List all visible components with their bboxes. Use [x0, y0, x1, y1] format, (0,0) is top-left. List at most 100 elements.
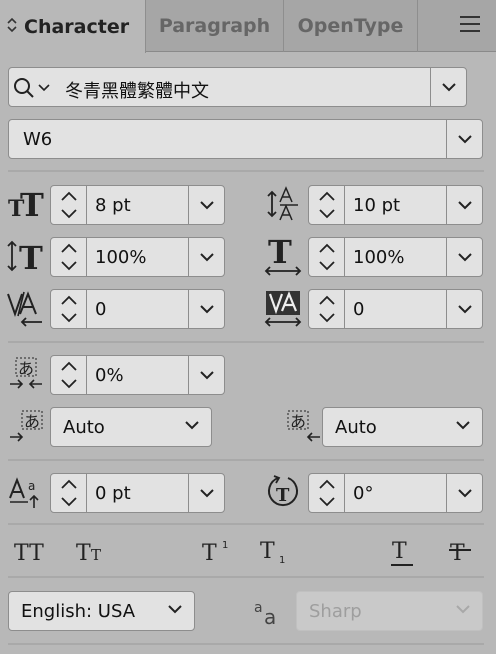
chevron-down-icon — [457, 200, 472, 209]
chevron-down-icon — [185, 421, 199, 430]
chevron-down-icon — [457, 304, 472, 313]
chevron-down-icon — [456, 605, 470, 614]
tsume-field[interactable]: 0% — [50, 355, 225, 395]
leading-stepper[interactable] — [309, 186, 345, 224]
panel-menu-icon[interactable] — [460, 16, 480, 34]
chevron-down-icon — [457, 134, 472, 143]
font-size-stepper[interactable] — [51, 186, 87, 224]
baseline-shift-icon: a — [8, 476, 44, 514]
svg-text:あ: あ — [18, 359, 34, 378]
leading-dropdown-button[interactable] — [446, 186, 482, 224]
svg-text:T: T — [19, 239, 43, 274]
anti-aliasing-icon: aa — [254, 598, 284, 630]
svg-text:T: T — [260, 539, 275, 564]
font-family-dropdown-button[interactable] — [430, 68, 466, 106]
svg-text:あ: あ — [290, 412, 306, 431]
small-caps-icon[interactable]: TT — [76, 538, 116, 568]
font-family-field[interactable]: 冬青黑體繁體中文 — [8, 67, 467, 107]
tsume-icon: あ — [8, 356, 44, 396]
svg-text:a: a — [254, 600, 263, 616]
anti-aliasing-value: Sharp — [309, 601, 362, 622]
tab-paragraph-label: Paragraph — [158, 15, 271, 37]
vertical-scale-icon: T — [6, 238, 46, 278]
baseline-shift-value: 0 pt — [95, 483, 131, 504]
svg-text:T: T — [76, 541, 91, 564]
baseline-shift-field[interactable]: 0 pt — [50, 473, 225, 513]
character-rotation-stepper[interactable] — [309, 474, 345, 512]
font-style-field[interactable]: W6 — [8, 119, 483, 159]
chevron-down-icon — [199, 370, 214, 379]
vertical-scale-dropdown-button[interactable] — [188, 238, 224, 276]
vertical-scale-stepper[interactable] — [51, 238, 87, 276]
divider — [8, 341, 484, 343]
svg-text:あ: あ — [24, 412, 40, 431]
insert-space-left-select[interactable]: Auto — [50, 407, 212, 447]
tsume-dropdown-button[interactable] — [188, 356, 224, 394]
divider — [8, 643, 484, 645]
horizontal-scale-dropdown-button[interactable] — [446, 238, 482, 276]
collapse-chevron-icon[interactable] — [6, 17, 18, 37]
tab-paragraph[interactable]: Paragraph — [146, 0, 284, 52]
baseline-shift-stepper[interactable] — [51, 474, 87, 512]
all-caps-icon[interactable]: TT — [14, 538, 54, 568]
svg-text:a: a — [28, 479, 35, 493]
tsume-value: 0% — [95, 365, 124, 386]
search-icon[interactable] — [13, 77, 55, 103]
tab-character[interactable]: Character — [0, 0, 146, 53]
svg-text:T: T — [392, 539, 407, 564]
svg-text:T: T — [20, 188, 44, 220]
anti-aliasing-select: Sharp — [296, 591, 483, 631]
language-select[interactable]: English: USA — [8, 591, 195, 631]
insert-space-right-value: Auto — [335, 417, 377, 438]
tab-opentype-label: OpenType — [297, 15, 404, 37]
svg-text:TT: TT — [14, 541, 44, 564]
svg-text:T: T — [450, 541, 465, 566]
horizontal-scale-icon: T — [264, 233, 304, 280]
tracking-field[interactable]: 0 — [308, 289, 483, 329]
tracking-value: 0 — [353, 299, 365, 320]
svg-text:T: T — [91, 546, 101, 564]
kerning-value: 0 — [95, 299, 107, 320]
kerning-stepper[interactable] — [51, 290, 87, 328]
subscript-icon[interactable]: T1 — [260, 536, 294, 572]
tracking-stepper[interactable] — [309, 290, 345, 328]
font-size-field[interactable]: 8 pt — [50, 185, 225, 225]
insert-space-left-icon: あ — [8, 409, 44, 449]
insert-space-right-select[interactable]: Auto — [322, 407, 483, 447]
leading-icon — [266, 184, 302, 228]
divider — [8, 459, 484, 461]
kerning-icon — [6, 290, 46, 332]
tab-opentype[interactable]: OpenType — [284, 0, 418, 52]
leading-field[interactable]: 10 pt — [308, 185, 483, 225]
kerning-dropdown-button[interactable] — [188, 290, 224, 328]
horizontal-scale-field[interactable]: 100% — [308, 237, 483, 277]
chevron-down-icon — [199, 488, 214, 497]
tracking-icon — [264, 290, 304, 332]
chevron-down-icon — [457, 252, 472, 261]
leading-value: 10 pt — [353, 195, 401, 216]
tsume-stepper[interactable] — [51, 356, 87, 394]
strikethrough-icon[interactable]: T — [448, 536, 474, 570]
baseline-shift-dropdown-button[interactable] — [188, 474, 224, 512]
font-style-dropdown-button[interactable] — [446, 120, 482, 158]
chevron-down-icon — [457, 488, 472, 497]
svg-text:T: T — [268, 236, 292, 271]
superscript-icon[interactable]: T1 — [202, 536, 236, 568]
panel-tab-bar: Character Paragraph OpenType — [0, 0, 496, 53]
font-size-value: 8 pt — [95, 195, 131, 216]
kerning-field[interactable]: 0 — [50, 289, 225, 329]
svg-text:T: T — [202, 541, 217, 564]
font-family-value: 冬青黑體繁體中文 — [65, 81, 209, 102]
character-rotation-field[interactable]: 0° — [308, 473, 483, 513]
horizontal-scale-stepper[interactable] — [309, 238, 345, 276]
divider — [8, 523, 484, 525]
chevron-down-icon — [199, 200, 214, 209]
font-size-dropdown-button[interactable] — [188, 186, 224, 224]
chevron-down-icon — [168, 605, 182, 614]
underline-icon[interactable]: T — [390, 536, 416, 572]
character-rotation-dropdown-button[interactable] — [446, 474, 482, 512]
horizontal-scale-value: 100% — [353, 247, 405, 268]
chevron-down-icon — [199, 252, 214, 261]
tracking-dropdown-button[interactable] — [446, 290, 482, 328]
vertical-scale-field[interactable]: 100% — [50, 237, 225, 277]
